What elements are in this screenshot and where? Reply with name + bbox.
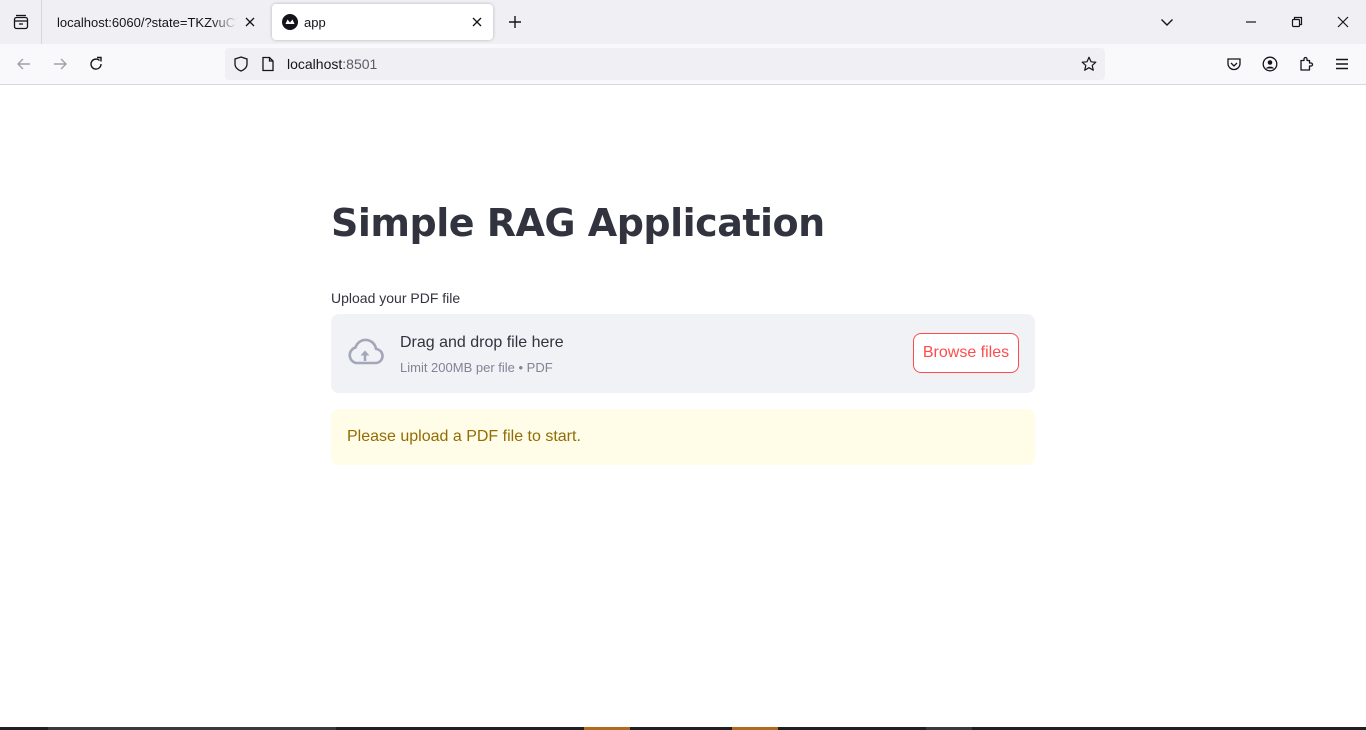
tab-list-button[interactable] [0,0,42,44]
tab-title: app [304,14,326,30]
tab-list-icon [13,14,28,30]
streamlit-favicon-icon [282,14,298,30]
restore-icon [1291,16,1303,28]
file-dropzone[interactable]: Drag and drop file here Limit 200MB per … [331,314,1035,393]
hamburger-menu-icon [1336,58,1348,70]
tab-inactive[interactable]: localhost:6060/?state=TKZvuCTOvcKuV8Q [48,4,266,40]
tab-strip: localhost:6060/?state=TKZvuCTOvcKuV8Q ap… [0,0,1366,44]
star-icon[interactable] [1081,56,1097,72]
browse-files-button[interactable]: Browse files [913,333,1019,373]
minimize-icon [1246,21,1256,23]
restore-button[interactable] [1274,0,1320,44]
page-content: Simple RAG Application Upload your PDF f… [0,85,1366,728]
window-close-button[interactable] [1320,0,1366,44]
arrow-left-icon [17,58,30,70]
close-icon [245,17,255,27]
dropzone-limit-text: Limit 200MB per file • PDF [400,360,553,375]
tab-close-button[interactable] [465,10,489,34]
cloud-upload-icon [348,338,384,365]
pocket-icon [1227,58,1241,71]
forward-button[interactable] [44,48,76,80]
menu-button[interactable] [1326,48,1358,80]
url-text[interactable]: localhost:8501 [287,56,377,72]
arrow-right-icon [54,58,67,70]
address-bar[interactable]: localhost:8501 [225,48,1105,80]
tab-close-button[interactable] [238,10,262,34]
dropzone-instructions: Drag and drop file here [400,334,564,351]
warning-alert: Please upload a PDF file to start. [331,409,1035,465]
list-all-tabs-button[interactable] [1144,0,1190,44]
url-host: localhost [287,56,343,72]
close-icon [472,17,482,27]
page-title: Simple RAG Application [331,201,825,245]
plus-icon [509,16,521,28]
chevron-down-icon [1161,19,1173,26]
tab-active[interactable]: app [272,4,493,40]
extensions-button[interactable] [1290,48,1322,80]
minimize-button[interactable] [1228,0,1274,44]
page-icon[interactable] [260,56,276,72]
account-button[interactable] [1254,48,1286,80]
shield-icon[interactable] [233,56,249,72]
new-tab-button[interactable] [502,8,528,36]
url-port: :8501 [342,56,378,72]
back-button[interactable] [8,48,40,80]
uploader-label: Upload your PDF file [331,290,461,306]
navigation-toolbar: localhost:8501 [0,44,1366,85]
pocket-button[interactable] [1218,48,1250,80]
account-icon [1262,56,1278,72]
warning-message: Please upload a PDF file to start. [347,428,581,445]
close-icon [1337,16,1349,28]
reload-button[interactable] [80,48,112,80]
tab-title: localhost:6060/?state=TKZvuCTOvcKuV8Q [57,14,238,30]
puzzle-icon [1300,56,1314,71]
reload-icon [90,56,102,70]
